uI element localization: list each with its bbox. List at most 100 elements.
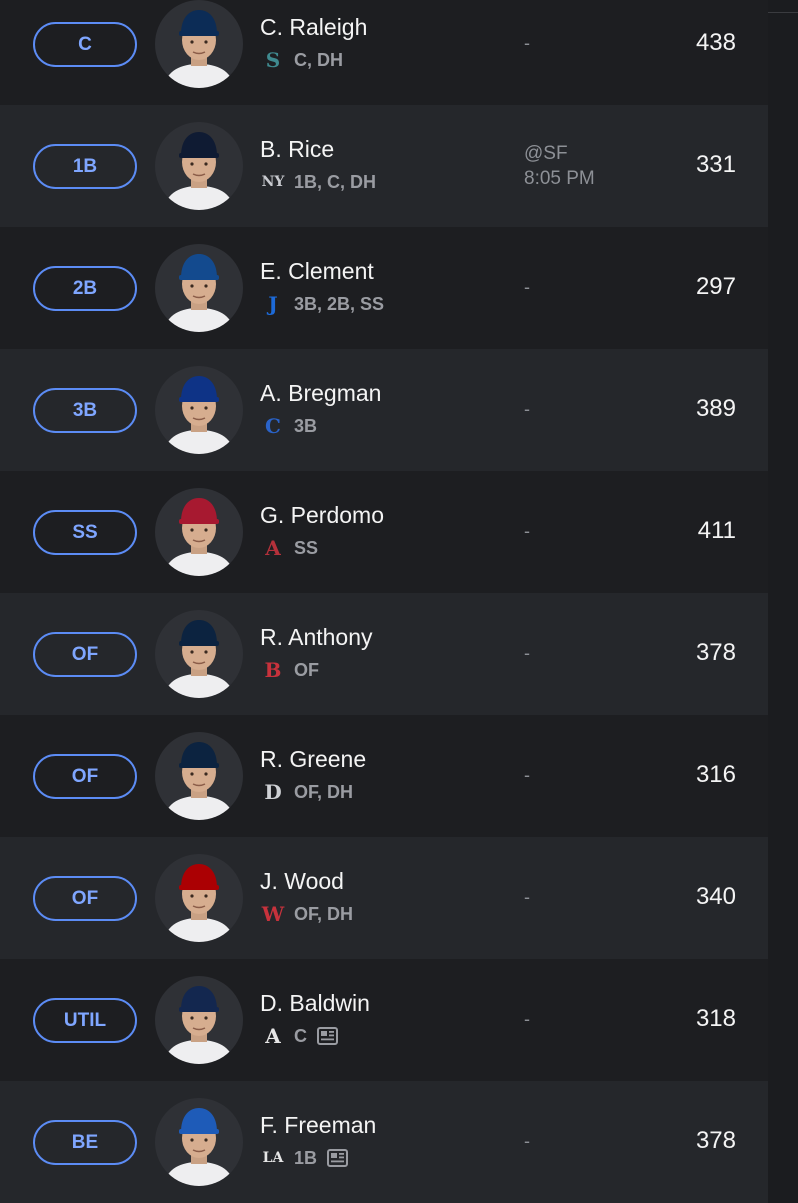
mariners-logo-icon: S: [265, 48, 281, 72]
lineup-slot-button[interactable]: UTIL: [33, 998, 137, 1043]
player-points: 297: [695, 273, 736, 300]
game-info-line: -: [524, 277, 530, 297]
lineup-slot-button[interactable]: SS: [33, 510, 137, 555]
player-name[interactable]: A. Bregman: [260, 380, 381, 407]
player-positions: OF, DH: [294, 781, 354, 802]
player-points: 389: [695, 395, 736, 422]
lineup-slot-button[interactable]: C: [33, 22, 137, 67]
roster-row[interactable]: C C. Raleigh S C, DH - 438: [0, 0, 768, 105]
diamondbacks-logo-icon: A: [265, 536, 281, 560]
red-sox-logo-icon: B: [264, 658, 282, 682]
game-info: -: [524, 885, 530, 910]
lineup-slot-button[interactable]: 2B: [33, 266, 137, 311]
game-info-line: -: [524, 887, 530, 907]
player-name[interactable]: B. Rice: [260, 136, 334, 163]
player-points: 378: [695, 1127, 736, 1154]
roster-row[interactable]: SS G. Perdomo A SS - 411: [0, 471, 768, 593]
player-meta: LA 1B: [260, 1146, 349, 1170]
game-info-line: -: [524, 33, 530, 53]
player-points: 340: [695, 883, 736, 910]
game-info: -: [524, 31, 530, 56]
player-positions: 3B, 2B, SS: [294, 293, 385, 314]
player-positions: OF, DH: [294, 903, 354, 924]
player-meta: NY 1B, C, DH: [260, 170, 376, 194]
player-positions: OF: [294, 659, 319, 680]
player-points: 318: [695, 1005, 736, 1032]
player-positions: 1B: [294, 1147, 318, 1168]
game-info-line: -: [524, 521, 530, 541]
game-info-line: -: [524, 1131, 530, 1151]
player-positions: C, DH: [294, 49, 343, 70]
player-name[interactable]: C. Raleigh: [260, 14, 367, 41]
player-positions: 1B, C, DH: [294, 171, 377, 192]
player-headshot[interactable]: [155, 976, 243, 1064]
roster-row[interactable]: 2B E. Clement J 3B, 2B, SS - 297: [0, 227, 768, 349]
player-meta: B OF: [260, 658, 319, 682]
player-headshot[interactable]: [155, 488, 243, 576]
game-info-line: -: [524, 1009, 530, 1029]
player-meta: AC: [260, 1024, 339, 1048]
dodgers-logo-icon: LA: [262, 1150, 284, 1166]
roster-row[interactable]: 1B B. Rice NY 1B, C, DH @SF 8:05 PM 331: [0, 105, 768, 227]
player-points: 411: [697, 517, 736, 544]
lineup-slot-button[interactable]: OF: [33, 632, 137, 677]
game-info: -: [524, 519, 530, 544]
lineup-slot-button[interactable]: OF: [33, 876, 137, 921]
lineup-slot-button[interactable]: 1B: [33, 144, 137, 189]
yankees-logo-icon: NY: [261, 174, 285, 190]
news-icon[interactable]: [325, 1147, 349, 1169]
roster-row[interactable]: 3B A. Bregman C 3B - 389: [0, 349, 768, 471]
player-name[interactable]: G. Perdomo: [260, 502, 384, 529]
roster-row[interactable]: OF R. Anthony B OF - 378: [0, 593, 768, 715]
roster-row[interactable]: OF R. Greene D OF, DH - 316: [0, 715, 768, 837]
player-headshot[interactable]: [155, 732, 243, 820]
lineup-slot-button[interactable]: BE: [33, 1120, 137, 1165]
game-info-line: -: [524, 399, 530, 419]
player-name[interactable]: E. Clement: [260, 258, 374, 285]
player-meta: A SS: [260, 536, 318, 560]
braves-logo-icon: A: [265, 1024, 281, 1048]
player-headshot[interactable]: [155, 610, 243, 698]
player-headshot[interactable]: [155, 0, 243, 88]
player-headshot[interactable]: [155, 1098, 243, 1186]
player-meta: C 3B: [260, 414, 317, 438]
game-info: -: [524, 763, 530, 788]
player-points: 316: [695, 761, 736, 788]
blue-jays-logo-icon: J: [268, 292, 278, 316]
player-points: 438: [695, 29, 736, 56]
game-info: -: [524, 275, 530, 300]
player-name[interactable]: R. Greene: [260, 746, 366, 773]
player-points: 378: [695, 639, 736, 666]
player-headshot[interactable]: [155, 854, 243, 942]
player-meta: S C, DH: [260, 48, 343, 72]
player-meta: D OF, DH: [260, 780, 353, 804]
roster-row[interactable]: UTIL D. Baldwin A C - 318: [0, 959, 768, 1081]
lineup-slot-button[interactable]: 3B: [33, 388, 137, 433]
game-info-line: -: [524, 643, 530, 663]
player-positions: SS: [294, 537, 319, 558]
game-info: -: [524, 1007, 530, 1032]
player-headshot[interactable]: [155, 122, 243, 210]
roster-row[interactable]: BE F. Freeman LA 1B - 378: [0, 1081, 768, 1203]
player-headshot[interactable]: [155, 366, 243, 454]
player-name[interactable]: R. Anthony: [260, 624, 373, 651]
lineup-slot-button[interactable]: OF: [33, 754, 137, 799]
game-info: -: [524, 1129, 530, 1154]
player-headshot[interactable]: [155, 244, 243, 332]
game-info: -: [524, 397, 530, 422]
roster-row[interactable]: OF J. Wood W OF, DH - 340: [0, 837, 768, 959]
player-name[interactable]: F. Freeman: [260, 1112, 376, 1139]
game-info-line: -: [524, 765, 530, 785]
cubs-logo-icon: C: [265, 414, 281, 438]
player-name[interactable]: J. Wood: [260, 868, 344, 895]
player-name[interactable]: D. Baldwin: [260, 990, 370, 1017]
news-icon[interactable]: [315, 1025, 339, 1047]
game-info: @SF 8:05 PM: [524, 141, 595, 191]
tigers-logo-icon: D: [264, 780, 282, 804]
player-meta: J 3B, 2B, SS: [260, 292, 384, 316]
game-info-line: 8:05 PM: [524, 168, 595, 189]
player-points: 331: [695, 151, 736, 178]
nationals-logo-icon: W: [261, 902, 285, 926]
player-meta: W OF, DH: [260, 902, 353, 926]
player-positions: 3B: [294, 415, 318, 436]
